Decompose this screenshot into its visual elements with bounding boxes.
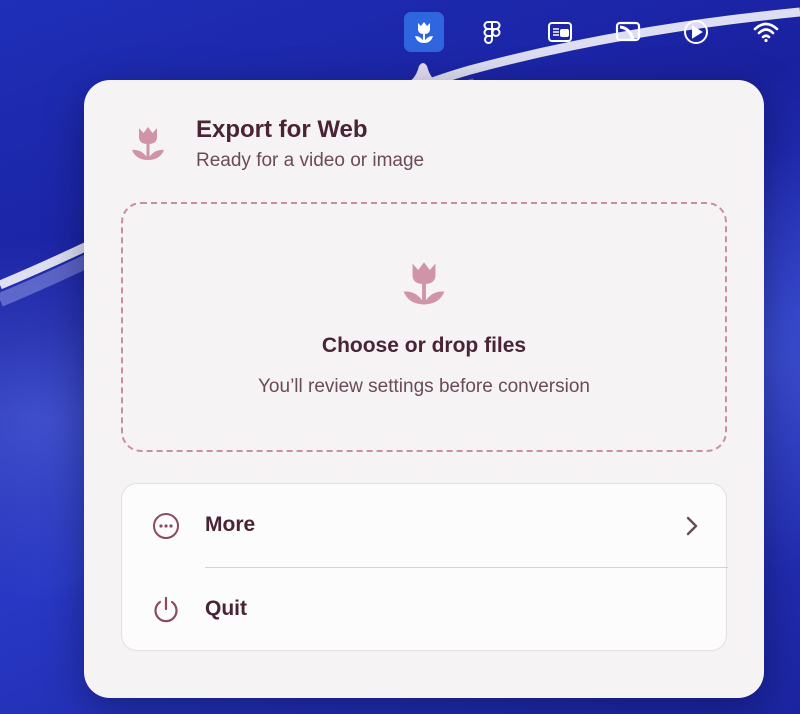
dropzone-title: Choose or drop files — [321, 334, 527, 357]
play-icon — [684, 20, 708, 44]
keyboard-window-menu-extra[interactable] — [540, 12, 580, 52]
tulip-icon — [415, 22, 433, 43]
popover-title: Export for Web — [196, 116, 368, 143]
figma-menu-extra[interactable] — [472, 12, 512, 52]
file-dropzone[interactable]: Choose or drop files You’ll review setti… — [121, 202, 727, 452]
figma-icon — [483, 21, 501, 44]
tulip-icon — [132, 127, 164, 160]
wifi-menu-extra[interactable] — [746, 12, 786, 52]
quit-label: Quit — [205, 597, 247, 620]
popover-subtitle: Ready for a video or image — [196, 150, 425, 171]
play-menu-extra[interactable] — [676, 12, 716, 52]
cast-icon — [615, 21, 641, 42]
power-icon — [154, 596, 178, 623]
ellipsis-circle-icon — [153, 513, 179, 539]
cast-menu-extra[interactable] — [608, 12, 648, 52]
keyboard-window-icon — [548, 22, 572, 42]
export-popover: Export for Web Ready for a video or imag… — [84, 80, 764, 698]
menu-card: More Quit — [121, 483, 728, 652]
more-menu-item[interactable]: More — [122, 484, 728, 568]
quit-menu-item[interactable]: Quit — [122, 568, 728, 652]
tulip-icon — [403, 262, 445, 305]
menu-bar — [0, 0, 800, 62]
tulip-menu-extra[interactable] — [404, 12, 444, 52]
chevron-right-icon — [686, 516, 698, 536]
wifi-icon — [753, 22, 779, 43]
dropzone-subtitle: You’ll review settings before conversion — [258, 376, 590, 397]
more-label: More — [205, 513, 256, 536]
